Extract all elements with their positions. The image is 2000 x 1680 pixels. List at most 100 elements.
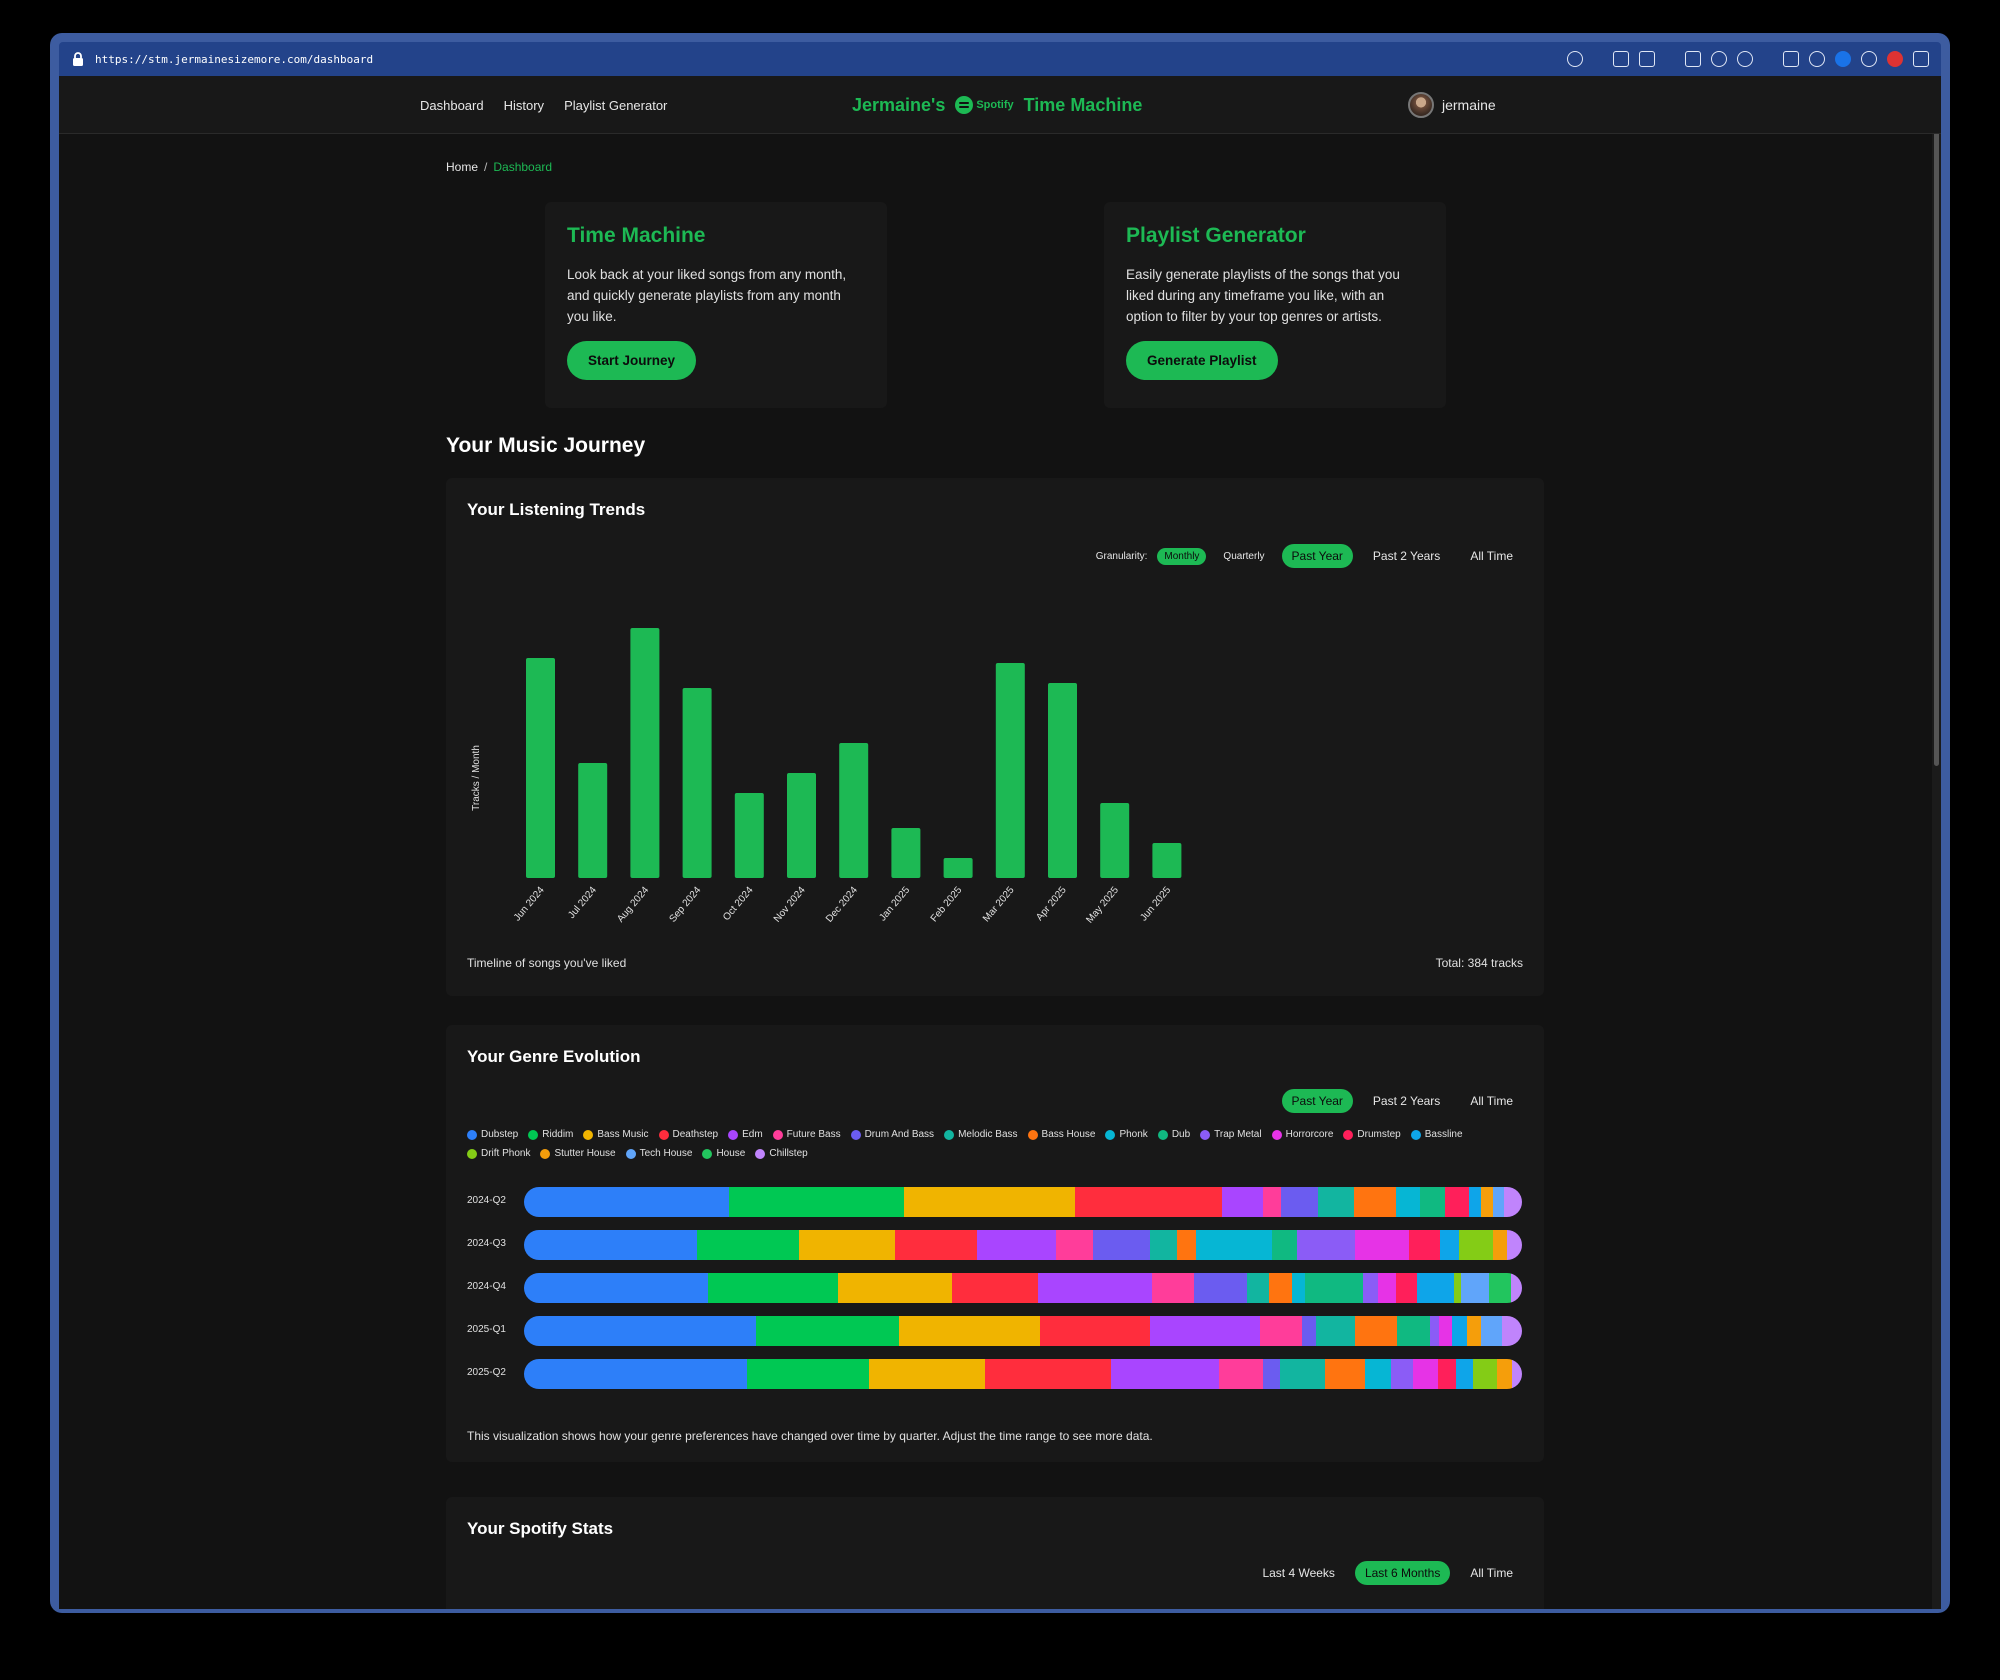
genre-segment-dubstep[interactable]: [524, 1273, 708, 1303]
genre-segment-future-bass[interactable]: [1055, 1230, 1093, 1260]
genre-segment-drift-phonk[interactable]: [1473, 1359, 1497, 1389]
genre-segment-bass-music[interactable]: [838, 1273, 952, 1303]
bar-jul-2024[interactable]: [578, 763, 608, 878]
genre-segment-stutter-house[interactable]: [1466, 1316, 1481, 1346]
legend-item[interactable]: Phonk: [1105, 1129, 1148, 1140]
legend-item[interactable]: Deathstep: [658, 1129, 718, 1140]
genre-segment-dubstep[interactable]: [524, 1359, 748, 1389]
bar-jun-2025[interactable]: [1152, 843, 1182, 878]
genre-segment-edm[interactable]: [977, 1230, 1056, 1260]
genre-segment-bassline[interactable]: [1469, 1187, 1481, 1217]
genre-segment-drift-phonk[interactable]: [1459, 1230, 1494, 1260]
genre-segment-dub[interactable]: [1304, 1273, 1364, 1303]
genre-segment-dubstep[interactable]: [524, 1187, 729, 1217]
genre-segment-trap-metal[interactable]: [1297, 1230, 1355, 1260]
legend-item[interactable]: Trap Metal: [1200, 1129, 1262, 1140]
legend-item[interactable]: Dubstep: [467, 1129, 518, 1140]
genre-segment-drum-and-bass[interactable]: [1302, 1316, 1317, 1346]
legend-item[interactable]: Bassline: [1410, 1129, 1463, 1140]
extension-blue-icon[interactable]: [1835, 51, 1851, 67]
range-past-year[interactable]: Past Year: [1281, 544, 1353, 568]
legend-item[interactable]: Drift Phonk: [467, 1148, 530, 1159]
genre-segment-chillstep[interactable]: [1511, 1359, 1522, 1389]
genre-segment-trap-metal[interactable]: [1363, 1273, 1379, 1303]
range-all-time[interactable]: All Time: [1460, 1089, 1523, 1113]
genre-segment-horrorcore[interactable]: [1413, 1359, 1438, 1389]
genre-segment-phonk[interactable]: [1291, 1273, 1305, 1303]
genre-segment-bass-house[interactable]: [1268, 1273, 1292, 1303]
legend-item[interactable]: Edm: [728, 1129, 763, 1140]
bar-mar-2025[interactable]: [995, 663, 1025, 878]
password-icon[interactable]: [1809, 51, 1825, 67]
code-icon[interactable]: [1783, 51, 1799, 67]
legend-item[interactable]: Bass Music: [583, 1129, 649, 1140]
genre-stacked-bar[interactable]: [524, 1187, 1522, 1217]
legend-item[interactable]: Tech House: [625, 1148, 692, 1159]
legend-item[interactable]: Riddim: [528, 1129, 573, 1140]
legend-item[interactable]: Horrorcore: [1271, 1129, 1333, 1140]
genre-segment-riddim[interactable]: [696, 1230, 800, 1260]
camera-icon[interactable]: [1639, 51, 1655, 67]
genre-segment-dub[interactable]: [1420, 1187, 1445, 1217]
genre-segment-horrorcore[interactable]: [1354, 1230, 1409, 1260]
legend-item[interactable]: Drum And Bass: [850, 1129, 934, 1140]
reader-icon[interactable]: [1613, 51, 1629, 67]
link-icon[interactable]: [1567, 51, 1583, 67]
react-icon[interactable]: [1861, 51, 1877, 67]
range-past-2-years[interactable]: Past 2 Years: [1363, 544, 1450, 568]
range-all-time[interactable]: All Time: [1460, 544, 1523, 568]
scrollbar-thumb[interactable]: [1934, 86, 1939, 766]
genre-segment-tech-house[interactable]: [1492, 1187, 1505, 1217]
legend-item[interactable]: Future Bass: [772, 1129, 841, 1140]
genre-segment-bass-music[interactable]: [868, 1359, 986, 1389]
genre-segment-chillstep[interactable]: [1510, 1273, 1522, 1303]
genre-segment-edm[interactable]: [1221, 1187, 1264, 1217]
generate-playlist-button[interactable]: Generate Playlist: [1126, 341, 1278, 380]
range-all-time[interactable]: All Time: [1460, 1561, 1523, 1585]
bar-oct-2024[interactable]: [734, 793, 764, 878]
genre-segment-bassline[interactable]: [1416, 1273, 1455, 1303]
genre-stacked-bar[interactable]: [524, 1273, 1522, 1303]
genre-segment-phonk[interactable]: [1364, 1359, 1392, 1389]
bar-feb-2025[interactable]: [943, 858, 973, 878]
genre-segment-drumstep[interactable]: [1444, 1187, 1470, 1217]
genre-segment-drift-phonk[interactable]: [1454, 1273, 1462, 1303]
range-past-year[interactable]: Past Year: [1281, 1089, 1353, 1113]
genre-segment-phonk[interactable]: [1396, 1187, 1421, 1217]
genre-segment-stutter-house[interactable]: [1480, 1187, 1493, 1217]
brand-logo[interactable]: Jermaine's Spotify Time Machine: [852, 76, 1142, 134]
genre-segment-riddim[interactable]: [747, 1359, 869, 1389]
address-bar[interactable]: https://stm.jermainesizemore.com/dashboa…: [59, 42, 1941, 76]
legend-item[interactable]: Bass House: [1027, 1129, 1095, 1140]
genre-segment-edm[interactable]: [1037, 1273, 1152, 1303]
genre-segment-deathstep[interactable]: [1075, 1187, 1222, 1217]
genre-segment-dubstep[interactable]: [524, 1316, 756, 1346]
genre-segment-future-bass[interactable]: [1151, 1273, 1194, 1303]
start-journey-button[interactable]: Start Journey: [567, 341, 697, 380]
legend-item[interactable]: Dub: [1157, 1129, 1190, 1140]
genre-segment-bass-music[interactable]: [799, 1230, 895, 1260]
nav-history[interactable]: History: [504, 98, 544, 113]
terminal-icon[interactable]: [1685, 51, 1701, 67]
genre-segment-bass-music[interactable]: [904, 1187, 1076, 1217]
genre-segment-tech-house[interactable]: [1480, 1316, 1502, 1346]
genre-segment-melodic-bass[interactable]: [1279, 1359, 1326, 1389]
breadcrumb-home[interactable]: Home: [446, 160, 478, 174]
genre-segment-horrorcore[interactable]: [1378, 1273, 1396, 1303]
bar-apr-2025[interactable]: [1048, 683, 1077, 878]
bar-jun-2024[interactable]: [526, 658, 555, 878]
genre-segment-bass-house[interactable]: [1177, 1230, 1196, 1260]
genre-segment-chillstep[interactable]: [1501, 1316, 1522, 1346]
genre-segment-future-bass[interactable]: [1263, 1187, 1281, 1217]
genre-segment-deathstep[interactable]: [1040, 1316, 1151, 1346]
genre-segment-edm[interactable]: [1111, 1359, 1219, 1389]
bar-aug-2024[interactable]: [630, 628, 660, 878]
legend-item[interactable]: House: [702, 1148, 745, 1159]
genre-segment-chillstep[interactable]: [1504, 1187, 1522, 1217]
genre-segment-bass-house[interactable]: [1354, 1187, 1397, 1217]
genre-segment-melodic-bass[interactable]: [1318, 1187, 1355, 1217]
granularity-quarterly[interactable]: Quarterly: [1216, 548, 1271, 565]
granularity-monthly[interactable]: Monthly: [1157, 547, 1207, 565]
genre-segment-melodic-bass[interactable]: [1150, 1230, 1177, 1260]
genre-segment-melodic-bass[interactable]: [1247, 1273, 1269, 1303]
